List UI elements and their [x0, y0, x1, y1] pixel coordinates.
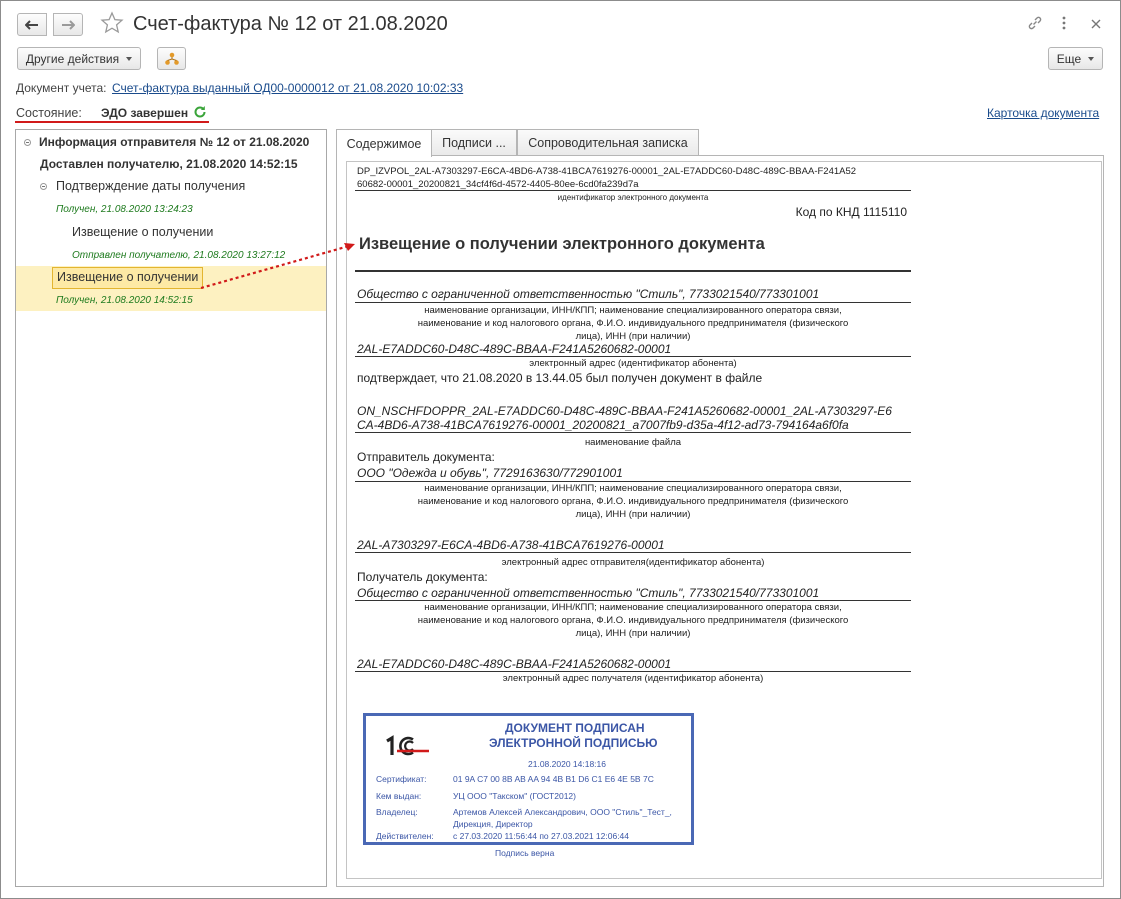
recipient-address: 2AL-E7ADDC60-D48C-489C-BBAA-F241A5260682…	[357, 657, 672, 671]
confirms-text: подтверждает, что 21.08.2020 в 13.44.05 …	[357, 371, 763, 385]
org-caption-2: наименование организации, ИНН/КПП; наиме…	[417, 483, 849, 520]
stamp-issued-label: Кем выдан:	[376, 791, 422, 801]
divider	[355, 552, 911, 553]
stamp-valid-label: Действителен:	[376, 831, 434, 841]
close-icon[interactable]	[1091, 18, 1101, 32]
chevron-down-icon	[1088, 56, 1095, 61]
doc-account-label: Документ учета:	[16, 81, 107, 95]
link-icon[interactable]	[1027, 15, 1043, 34]
structure-button[interactable]	[157, 47, 186, 70]
tree-status-received-2: Получен, 21.08.2020 14:52:15	[56, 295, 193, 306]
signature-stamp: ДОКУМЕНТ ПОДПИСАН ЭЛЕКТРОННОЙ ПОДПИСЬЮ 2…	[363, 713, 694, 845]
more-vertical-icon[interactable]	[1061, 16, 1067, 33]
address-caption-1: электронный адрес (идентификатор абонент…	[529, 358, 737, 369]
address-1: 2AL-E7ADDC60-D48C-489C-BBAA-F241A5260682…	[357, 342, 672, 356]
hierarchy-icon	[164, 52, 179, 65]
org-name-1: Общество с ограниченной ответственностью…	[357, 287, 820, 301]
signature-ok: Подпись верна	[495, 848, 555, 858]
1c-logo-icon	[383, 734, 433, 761]
other-actions-label: Другие действия	[25, 51, 120, 66]
tree-item-label: Подтверждение даты получения	[56, 179, 246, 193]
filename-line2: CA-4BD6-A738-41BCA7619276-00001_20200821…	[357, 418, 849, 432]
file-id-caption: идентификатор электронного документа	[557, 193, 709, 202]
collapse-icon[interactable]	[24, 139, 31, 147]
org-caption-3: наименование организации, ИНН/КПП; наиме…	[417, 602, 849, 639]
window: Счет-фактура № 12 от 21.08.2020 Другие д…	[0, 0, 1121, 899]
sender-address-caption: электронный адрес отправителя(идентифика…	[501, 557, 765, 568]
arrow-right-icon	[62, 19, 75, 30]
tab-cover-note[interactable]: Сопроводительная записка	[517, 129, 699, 156]
page-title: Счет-фактура № 12 от 21.08.2020	[133, 13, 448, 35]
exchange-tree: Информация отправителя № 12 от 21.08.202…	[15, 129, 327, 887]
forward-button[interactable]	[53, 13, 83, 36]
tab-signatures[interactable]: Подписи ...	[431, 129, 517, 156]
file-id-line1: DP_IZVPOL_2AL-A7303297-E6CA-4BD6-A738-41…	[357, 166, 857, 177]
stamp-datetime: 21.08.2020 14:18:16	[528, 759, 606, 769]
stamp-issued-value: УЦ ООО "Такском" (ГОСТ2012)	[453, 791, 576, 801]
stamp-title-1: ДОКУМЕНТ ПОДПИСАН	[505, 721, 645, 735]
more-label: Еще	[1056, 51, 1082, 66]
stamp-cert-label: Сертификат:	[376, 774, 427, 784]
stamp-owner-value-2: Дирекция, Директор	[453, 819, 533, 829]
tree-item-sender-info[interactable]: Информация отправителя № 12 от 21.08.202…	[24, 135, 309, 149]
tree-item-confirm-date[interactable]: Подтверждение даты получения	[40, 179, 245, 193]
collapse-icon[interactable]	[40, 183, 47, 191]
recipient-org: Общество с ограниченной ответственностью…	[357, 586, 820, 600]
doc-card-link[interactable]: Карточка документа	[987, 106, 1099, 120]
tree-status-sent: Отправлен получателю, 21.08.2020 13:27:1…	[72, 250, 286, 261]
file-id-line2: 60682-00001_20200821_34cf4f6d-4572-4405-…	[357, 179, 639, 190]
recipient-label: Получатель документа:	[357, 570, 488, 584]
org-caption-1: наименование организации, ИНН/КПП; наиме…	[417, 305, 849, 342]
other-actions-button[interactable]: Другие действия	[17, 47, 141, 70]
tree-status-received: Получен, 21.08.2020 13:24:23	[56, 204, 193, 215]
refresh-icon[interactable]	[193, 105, 207, 122]
document-heading: Извещение о получении электронного докум…	[359, 235, 765, 253]
state-value: ЭДО завершен	[101, 106, 189, 120]
state-underline	[15, 121, 209, 123]
more-button[interactable]: Еще	[1048, 47, 1103, 70]
doc-account-link[interactable]: Счет-фактура выданный ОД00-0000012 от 21…	[112, 81, 463, 95]
filename-line1: ON_NSCHFDOPPR_2AL-E7ADDC60-D48C-489C-BBA…	[357, 404, 892, 418]
stamp-title-2: ЭЛЕКТРОННОЙ ПОДПИСЬЮ	[489, 736, 658, 750]
back-button[interactable]	[17, 13, 47, 36]
divider	[355, 432, 911, 433]
tree-item-delivered[interactable]: Доставлен получателю, 21.08.2020 14:52:1…	[40, 157, 298, 171]
document-view: DP_IZVPOL_2AL-A7303297-E6CA-4BD6-A738-41…	[346, 161, 1102, 879]
filename-caption: наименование файла	[584, 437, 682, 448]
divider	[355, 270, 911, 272]
favorite-star-icon[interactable]	[100, 11, 124, 38]
state-label: Состояние:	[16, 106, 82, 120]
tree-item-label: Информация отправителя № 12 от 21.08.202…	[39, 135, 310, 149]
sender-org: ООО "Одежда и обувь", 7729163630/7729010…	[357, 466, 623, 480]
tree-item-notice-1[interactable]: Извещение о получении	[72, 225, 213, 239]
chevron-down-icon	[126, 56, 133, 61]
knd-code: Код по КНД 1115110	[795, 205, 907, 219]
stamp-owner-label: Владелец:	[376, 807, 418, 817]
recipient-address-caption: электронный адрес получателя (идентифика…	[502, 673, 764, 684]
stamp-owner-value-1: Артемов Алексей Александрович, ООО "Стил…	[453, 807, 672, 817]
sender-label: Отправитель документа:	[357, 450, 495, 464]
sender-address: 2AL-A7303297-E6CA-4BD6-A738-41BCA7619276…	[357, 538, 665, 552]
stamp-cert-value: 01 9A C7 00 8B AB AA 94 4B B1 D6 C1 E6 4…	[453, 774, 654, 784]
stamp-valid-value: с 27.03.2020 11:56:44 по 27.03.2021 12:0…	[453, 831, 630, 841]
arrow-left-icon	[25, 19, 38, 30]
divider	[355, 302, 911, 303]
tab-content[interactable]: Содержимое	[336, 129, 432, 157]
tree-item-notice-2[interactable]: Извещение о получении	[52, 267, 204, 289]
